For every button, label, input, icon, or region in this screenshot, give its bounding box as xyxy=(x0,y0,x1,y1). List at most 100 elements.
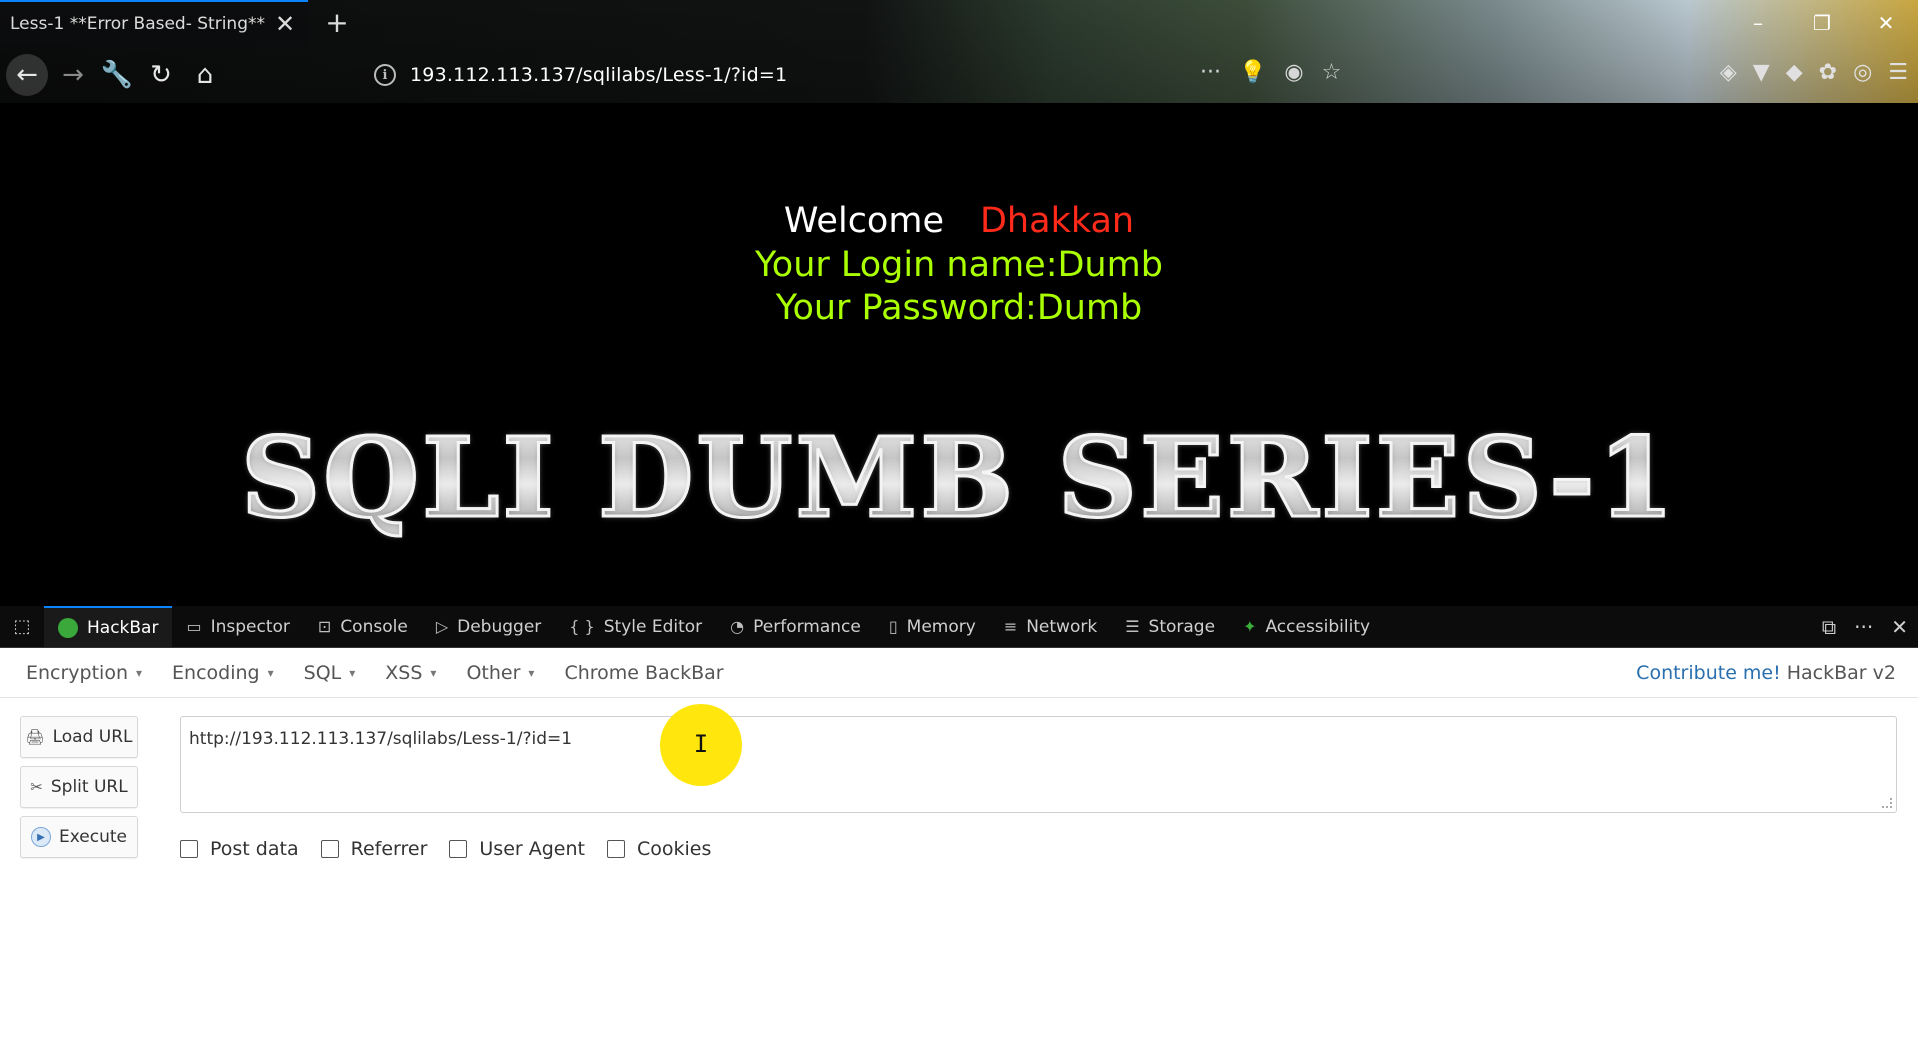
hackbar-options: Post data Referrer User Agent Cookies xyxy=(180,838,711,860)
chevron-down-icon: ▾ xyxy=(267,665,274,680)
user-agent-checkbox[interactable] xyxy=(449,840,468,858)
storage-icon: ☰ xyxy=(1125,617,1140,636)
home-icon[interactable]: ⌂ xyxy=(184,54,226,96)
contribute-link[interactable]: Contribute me! xyxy=(1636,662,1781,684)
user-agent-option[interactable]: User Agent xyxy=(449,838,585,860)
play-icon: ▶ xyxy=(31,827,51,847)
cookies-checkbox[interactable] xyxy=(606,840,625,858)
performance-icon: ◔ xyxy=(730,617,745,636)
debugger-icon: ▷ xyxy=(435,617,449,636)
network-icon: ≡ xyxy=(1003,617,1018,636)
reload-icon[interactable]: ↻ xyxy=(140,54,182,96)
tab-label: Inspector xyxy=(210,616,290,637)
bookmark-star-icon[interactable]: ☆ xyxy=(1322,60,1342,85)
welcome-line: Welcome Dhakkan xyxy=(0,201,1918,241)
tab-hackbar[interactable]: HackBar xyxy=(44,606,173,647)
referrer-option[interactable]: Referrer xyxy=(320,838,428,860)
welcome-word: Welcome xyxy=(783,201,944,241)
url-text[interactable]: 193.112.113.137/sqlilabs/Less-1/?id=1 xyxy=(410,64,787,86)
tab-label: Style Editor xyxy=(603,616,703,637)
menu-label: Chrome BackBar xyxy=(564,661,724,684)
extension-icons: ◈ ▼ ◆ ✿ ◎ ☰ xyxy=(1720,60,1908,85)
tab-label: Memory xyxy=(906,616,976,637)
forward-arrow-icon[interactable]: → xyxy=(52,54,94,96)
dock-icon[interactable]: ⧉ xyxy=(1822,615,1836,639)
tab-debugger[interactable]: ▷ Debugger xyxy=(422,606,555,647)
tab-memory[interactable]: ▯ Memory xyxy=(875,606,990,647)
tab-close-icon[interactable]: ✕ xyxy=(270,9,300,39)
tab-title: Less-1 **Error Based- String** xyxy=(10,14,265,34)
tab-label: Accessibility xyxy=(1265,616,1371,637)
menu-hamburger-icon[interactable]: ☰ xyxy=(1888,60,1908,85)
menu-label: XSS xyxy=(385,661,423,684)
menu-encoding[interactable]: Encoding ▾ xyxy=(172,662,274,684)
button-label: Load URL xyxy=(52,727,133,747)
minimize-icon[interactable]: – xyxy=(1726,0,1790,46)
menu-label: Other xyxy=(466,661,521,684)
element-picker-icon[interactable]: ⬚ xyxy=(0,606,44,647)
menu-other[interactable]: Other ▾ xyxy=(466,662,534,684)
back-arrow-icon[interactable]: ← xyxy=(6,54,48,96)
split-url-button[interactable]: ✂ Split URL xyxy=(20,766,138,808)
tab-inspector[interactable]: ▭ Inspector xyxy=(172,606,303,647)
extension-icon[interactable]: ▼ xyxy=(1753,60,1770,85)
extension-icon[interactable]: ◎ xyxy=(1853,60,1872,85)
tab-network[interactable]: ≡ Network xyxy=(990,606,1111,647)
checkbox-label: Post data xyxy=(210,838,299,860)
window-controls: – ❐ ✕ xyxy=(1726,0,1918,46)
url-textarea-value: http://193.112.113.137/sqlilabs/Less-1/?… xyxy=(189,729,573,749)
extension-icon[interactable]: ✿ xyxy=(1819,60,1837,85)
referrer-checkbox[interactable] xyxy=(320,840,339,858)
extension-icon[interactable]: ◈ xyxy=(1720,60,1737,85)
window-close-icon[interactable]: ✕ xyxy=(1854,0,1918,46)
tab-console[interactable]: ⊡ Console xyxy=(304,606,422,647)
page-content: Welcome Dhakkan Your Login name:Dumb Your… xyxy=(0,103,1918,606)
hackbar-menu: Encryption ▾ Encoding ▾ SQL ▾ XSS ▾ Othe… xyxy=(0,648,1918,698)
post-data-option[interactable]: Post data xyxy=(180,838,299,860)
tips-icon[interactable]: 💡 xyxy=(1239,60,1266,85)
load-url-button[interactable]: 🖨 Load URL xyxy=(20,716,138,758)
chevron-down-icon: ▾ xyxy=(136,665,143,680)
chevron-down-icon: ▾ xyxy=(528,665,535,680)
checkbox-label: Cookies xyxy=(636,838,712,860)
wrench-icon[interactable]: 🔧 xyxy=(96,54,138,96)
resize-grip-icon[interactable] xyxy=(1882,798,1892,808)
hackbar-url-textarea[interactable]: http://193.112.113.137/sqlilabs/Less-1/?… xyxy=(180,716,1897,813)
text-cursor-icon: I xyxy=(693,730,709,758)
restore-icon[interactable]: ❐ xyxy=(1790,0,1854,46)
devtools-tabbar: ⬚ HackBar ▭ Inspector ⊡ Console ▷ Debugg… xyxy=(0,606,1918,648)
tab-storage[interactable]: ☰ Storage xyxy=(1111,606,1229,647)
memory-icon: ▯ xyxy=(888,617,898,636)
new-tab-button[interactable]: + xyxy=(322,8,352,38)
button-label: Execute xyxy=(59,827,127,847)
devtools-close-icon[interactable]: ✕ xyxy=(1891,615,1908,639)
execute-button[interactable]: ▶ Execute xyxy=(20,816,138,858)
console-icon: ⊡ xyxy=(317,617,332,636)
button-label: Split URL xyxy=(50,777,128,797)
tab-performance[interactable]: ◔ Performance xyxy=(716,606,875,647)
tab-label: Console xyxy=(340,616,408,637)
tab-label: Network xyxy=(1026,616,1098,637)
site-info-icon[interactable]: i xyxy=(374,64,396,86)
hackbar-brand: Contribute me! HackBar v2 xyxy=(1636,648,1896,698)
post-data-checkbox[interactable] xyxy=(180,840,198,858)
welcome-name: Dhakkan xyxy=(979,201,1135,241)
devtools-controls: ⧉ ··· ✕ xyxy=(1822,606,1918,648)
extension-icon[interactable]: ◆ xyxy=(1786,60,1803,85)
tab-accessibility[interactable]: ✦ Accessibility xyxy=(1229,606,1384,647)
pocket-icon[interactable]: ◉ xyxy=(1284,60,1303,85)
more-options-icon[interactable]: ··· xyxy=(1854,615,1873,639)
menu-chrome-backbar[interactable]: Chrome BackBar xyxy=(564,662,723,684)
page-actions-icon[interactable]: ··· xyxy=(1200,60,1221,85)
cookies-option[interactable]: Cookies xyxy=(606,838,712,860)
menu-label: Encoding xyxy=(172,661,260,684)
login-name-line: Your Login name:Dumb xyxy=(755,245,1163,285)
series-banner: SQLI DUMB SERIES-1 xyxy=(0,412,1918,544)
menu-encryption[interactable]: Encryption ▾ xyxy=(26,662,142,684)
browser-tab[interactable]: Less-1 **Error Based- String** ✕ xyxy=(0,0,308,46)
checkbox-label: Referrer xyxy=(350,838,428,860)
tab-style-editor[interactable]: { } Style Editor xyxy=(555,606,716,647)
menu-sql[interactable]: SQL ▾ xyxy=(304,662,356,684)
url-actions: ··· 💡 ◉ ☆ xyxy=(1200,60,1341,85)
menu-xss[interactable]: XSS ▾ xyxy=(385,662,436,684)
